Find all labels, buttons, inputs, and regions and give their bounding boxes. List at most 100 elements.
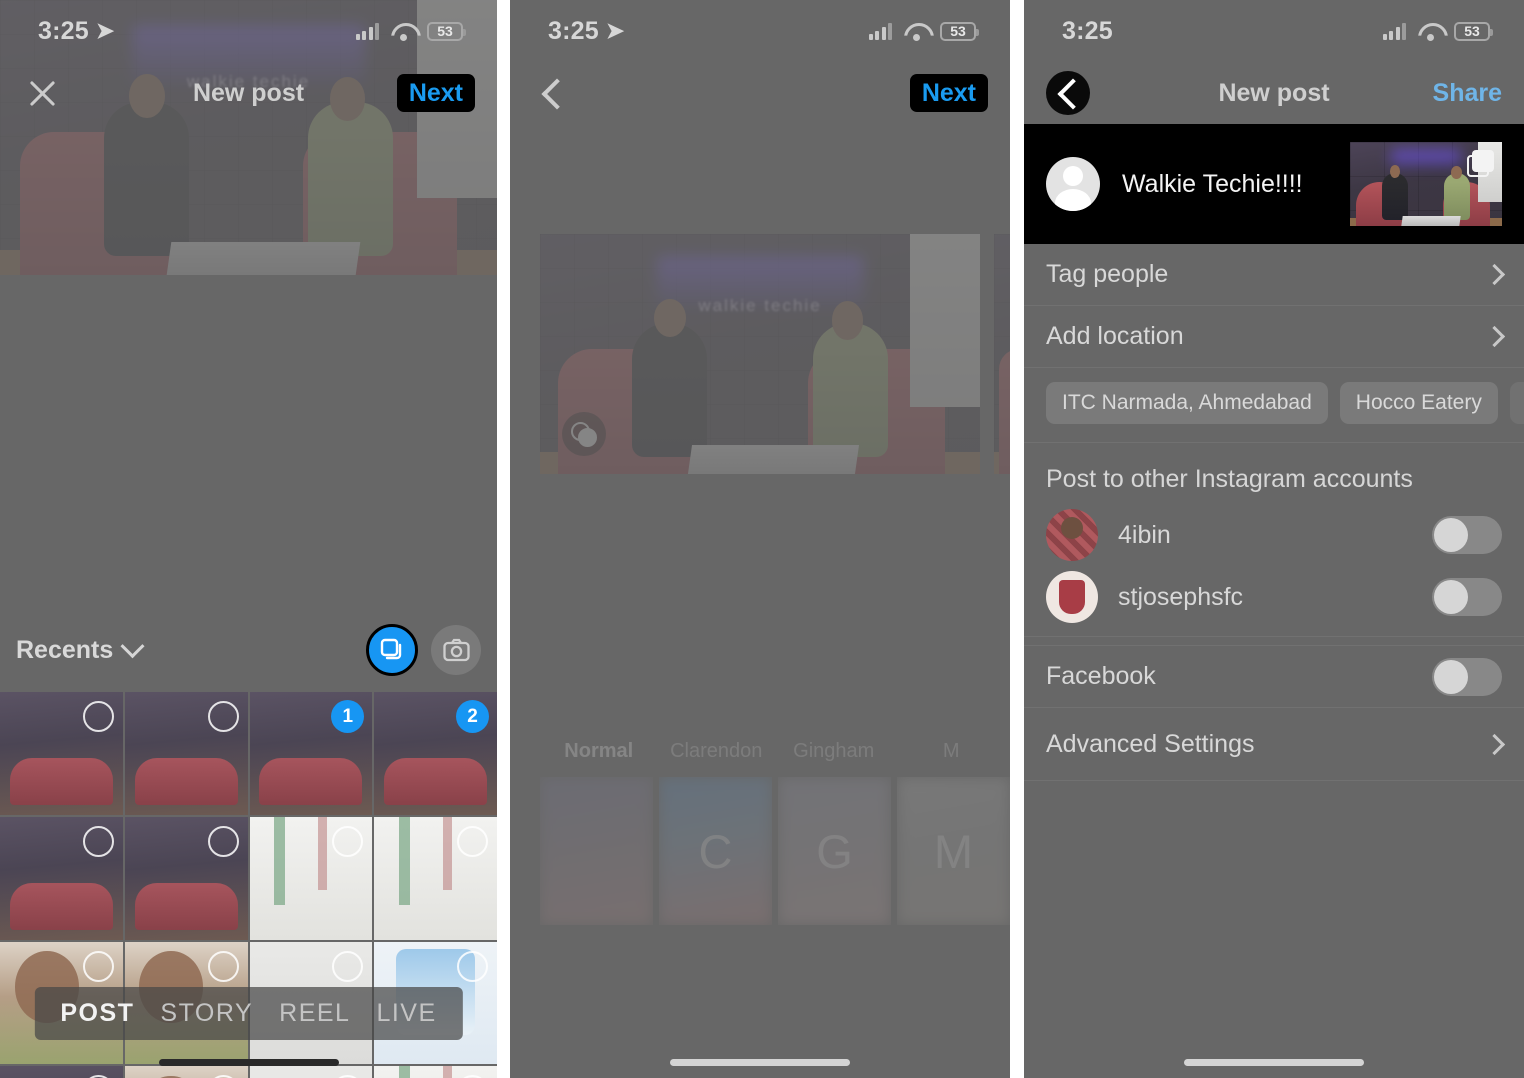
- status-time-group: 3:25: [1062, 17, 1113, 46]
- camera-icon[interactable]: [431, 625, 481, 675]
- filter-letter: G: [816, 824, 853, 878]
- mode-tab-live[interactable]: LIVE: [376, 999, 436, 1028]
- filter-name[interactable]: Gingham: [775, 740, 893, 763]
- photo-grid-cell[interactable]: [124, 1066, 248, 1078]
- photo-grid-cell[interactable]: 2: [374, 692, 497, 815]
- filter-thumbnail[interactable]: C: [659, 777, 772, 925]
- share-button[interactable]: Share: [1433, 79, 1502, 108]
- battery-icon: 53: [1454, 21, 1493, 41]
- panel-divider-1: [497, 0, 510, 1078]
- photo-grid-cell[interactable]: [124, 692, 248, 815]
- location-arrow-icon: ➤: [95, 18, 115, 43]
- selection-circle[interactable]: [332, 825, 364, 857]
- selection-circle[interactable]: [82, 825, 114, 857]
- next-button[interactable]: Next: [396, 73, 475, 113]
- filter-strip[interactable]: Normal Clarendon Gingham M CGM: [510, 740, 1010, 925]
- photo-carousel[interactable]: walkie techie: [540, 234, 1010, 474]
- chevron-right-icon: [1483, 733, 1506, 755]
- selection-order-badge[interactable]: 2: [456, 700, 489, 733]
- share-option-row[interactable]: Tag people: [1024, 244, 1524, 306]
- selection-circle[interactable]: [82, 701, 114, 732]
- chevron-right-icon: [1483, 325, 1506, 348]
- account-toggle[interactable]: [1432, 516, 1502, 554]
- status-time: 3:25: [1062, 16, 1113, 45]
- selection-circle[interactable]: [207, 825, 239, 857]
- status-bar: 3:25 ➤ 53: [0, 0, 497, 62]
- photo-grid-cell[interactable]: [0, 816, 123, 940]
- multi-select-icon[interactable]: [366, 624, 418, 676]
- location-chip[interactable]: ITC Narmada, Ahmedabad: [1046, 382, 1328, 424]
- share-option-label: Add location: [1046, 322, 1184, 350]
- location-chip[interactable]: Amdava: [1509, 382, 1524, 424]
- chevron-left-icon[interactable]: [532, 73, 572, 113]
- photo-grid-cell[interactable]: [0, 1066, 123, 1078]
- carousel-photo-art: walkie techie: [540, 234, 980, 474]
- battery-icon: 53: [940, 21, 979, 41]
- caption-editor-row[interactable]: Walkie Techie!!!!: [1024, 124, 1524, 244]
- share-option-row[interactable]: Add location: [1024, 306, 1524, 368]
- selection-circle[interactable]: [207, 701, 239, 732]
- caption-input[interactable]: Walkie Techie!!!!: [1122, 170, 1328, 199]
- mode-tab-reel[interactable]: REEL: [279, 999, 350, 1028]
- studio-neon-sign-label: walkie techie: [698, 296, 822, 316]
- post-thumbnail[interactable]: [1350, 142, 1502, 226]
- chevron-left-icon[interactable]: [1046, 71, 1090, 115]
- capture-mode-tabs[interactable]: POST STORY REEL LIVE: [34, 987, 463, 1040]
- selection-circle[interactable]: [332, 950, 364, 982]
- close-icon[interactable]: [22, 73, 62, 113]
- mode-tab-story[interactable]: STORY: [160, 999, 253, 1028]
- battery-icon: 53: [427, 21, 466, 41]
- three-panel-screenshot-composite: walkie techie 3:25 ➤ 53 New post Next Re…: [0, 0, 1524, 1078]
- filter-thumbnail[interactable]: [540, 777, 653, 925]
- filter-thumbnail[interactable]: G: [778, 777, 891, 925]
- location-suggestion-chips[interactable]: ITC Narmada, Ahmedabad Hocco Eatery Amdava: [1024, 368, 1524, 443]
- status-indicators: 53: [1382, 21, 1493, 41]
- filter-preview-stage: walkie techie: [510, 124, 1010, 604]
- filter-thumbnail[interactable]: M: [897, 777, 1010, 925]
- panel-divider-2: [1010, 0, 1024, 1078]
- carousel-photo-next[interactable]: [994, 234, 1010, 474]
- photo-grid-cell[interactable]: [374, 816, 497, 940]
- filter-name[interactable]: Clarendon: [658, 740, 776, 763]
- share-option-rows[interactable]: Tag people Add location: [1024, 244, 1524, 368]
- carousel-photo-current[interactable]: walkie techie: [540, 234, 980, 474]
- filter-name-row: Normal Clarendon Gingham M: [510, 740, 1010, 763]
- photo-grid-cell[interactable]: [249, 816, 373, 940]
- facebook-row[interactable]: Facebook: [1024, 645, 1524, 707]
- advanced-settings-row[interactable]: Advanced Settings: [1024, 707, 1524, 781]
- filter-letter: M: [933, 824, 974, 878]
- facebook-label: Facebook: [1046, 662, 1156, 690]
- divider: [1024, 636, 1524, 637]
- nav-bar-share: New post Share: [1024, 62, 1524, 124]
- photo-grid-cell[interactable]: [374, 1066, 497, 1078]
- battery-level: 53: [1464, 23, 1480, 39]
- next-button[interactable]: Next: [909, 73, 988, 113]
- selection-circle[interactable]: [82, 950, 114, 982]
- photo-grid-cell[interactable]: [249, 1066, 373, 1078]
- home-indicator: [670, 1059, 850, 1066]
- photo-grid-cell[interactable]: 1: [249, 692, 373, 815]
- location-chip[interactable]: Hocco Eatery: [1339, 382, 1498, 424]
- filter-thumb-row[interactable]: CGM: [510, 777, 1010, 925]
- share-option-label: Tag people: [1046, 260, 1169, 288]
- crosspost-account-row[interactable]: stjosephsfc: [1024, 566, 1524, 628]
- filter-letter: C: [698, 824, 733, 878]
- filter-name[interactable]: Normal: [540, 740, 658, 763]
- status-bar: 3:25 53: [1024, 0, 1524, 62]
- selection-circle[interactable]: [457, 825, 488, 857]
- panel-gallery-picker: walkie techie 3:25 ➤ 53 New post Next Re…: [0, 0, 497, 1078]
- photo-grid-cell[interactable]: [124, 816, 248, 940]
- photo-grid-cell[interactable]: [0, 692, 123, 815]
- facebook-toggle[interactable]: [1432, 657, 1502, 696]
- default-avatar-icon: [1046, 157, 1100, 211]
- selection-circle[interactable]: [207, 950, 239, 982]
- status-time: 3:25: [548, 16, 599, 45]
- mode-tab-post[interactable]: POST: [60, 999, 134, 1028]
- selection-circle[interactable]: [457, 950, 488, 982]
- album-dropdown[interactable]: Recents: [16, 633, 145, 665]
- crosspost-account-rows[interactable]: 4ibin stjosephsfc: [1024, 504, 1524, 628]
- filter-name[interactable]: M: [893, 740, 1011, 763]
- signal-bars-icon: [868, 22, 892, 40]
- account-toggle[interactable]: [1432, 578, 1502, 616]
- crosspost-account-row[interactable]: 4ibin: [1024, 504, 1524, 566]
